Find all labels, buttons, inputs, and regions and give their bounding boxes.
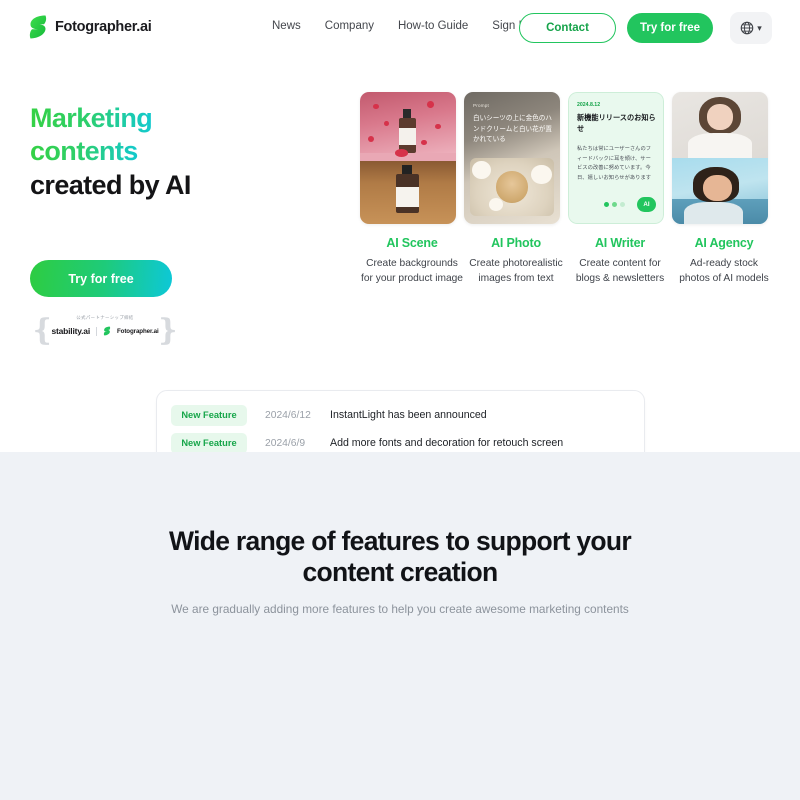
hero-heading-line1: Marketing: [30, 103, 153, 133]
hero-heading-line3: created by AI: [30, 169, 191, 200]
product-card-desc-line2: photos of AI models: [679, 272, 769, 284]
partnership-badge: ❴ ❴ 公式パートナーシップ締結 stability.ai Fotographe…: [30, 312, 180, 350]
product-card-thumbnail: 2024.8.12 新機能リリースのお知らせ 私たちは常にユーザーさんのフィード…: [568, 92, 664, 224]
partnership-caption: 公式パートナーシップ締結: [76, 315, 134, 320]
writer-progress-dots: [604, 202, 625, 207]
main-nav: News Company How-to Guide Sign In: [272, 20, 528, 32]
product-card-thumbnail: [360, 92, 456, 224]
nav-item-company[interactable]: Company: [325, 20, 374, 32]
product-card-desc-line2: images from text: [478, 272, 554, 284]
bottle-label: [395, 187, 419, 207]
features-heading: Wide range of features to support your c…: [0, 526, 800, 589]
features-section: Wide range of features to support your c…: [0, 452, 800, 800]
petal: [384, 121, 389, 127]
site-header: Fotographer.ai News Company How-to Guide…: [0, 0, 800, 56]
news-row[interactable]: New Feature 2024/6/12 InstantLight has b…: [157, 401, 644, 429]
product-card-title: AI Agency: [694, 236, 754, 250]
product-card-title: AI Scene: [386, 236, 438, 250]
prompt-label: Prompt: [473, 103, 490, 108]
product-card-desc-line1: Create backgrounds: [366, 258, 458, 269]
product-card-ai-agency[interactable]: AI Agency Ad-ready stock photos of AI mo…: [672, 92, 776, 287]
writer-ai-badge: AI: [637, 197, 656, 212]
petal: [434, 123, 441, 129]
product-card-desc-line2: for your product image: [361, 272, 463, 284]
hero-product-cards: AI Scene Create backgrounds for your pro…: [360, 92, 776, 287]
bolt-logo-icon: [29, 15, 47, 39]
partner-brand-fotographer: Fotographer.ai: [116, 327, 159, 335]
features-heading-line1: Wide range of features to support your: [169, 526, 632, 556]
bolt-logo-icon-small: [103, 326, 111, 336]
product-card-desc-line1: Create photorealistic: [469, 258, 563, 269]
product-card-desc-line1: Ad-ready stock: [690, 258, 758, 269]
product-card-title: AI Writer: [594, 236, 646, 250]
writer-note-heading: 新機能リリースのお知らせ: [577, 113, 656, 133]
features-heading-line2: content creation: [302, 557, 499, 588]
chevron-down-icon: ▾: [757, 22, 762, 33]
hero-heading-line2: contents: [30, 136, 138, 167]
product-card-thumbnail: [672, 92, 768, 224]
status-badge: New Feature: [171, 432, 247, 454]
product-card-desc-line1: Create content for: [579, 258, 661, 269]
bottle-label: [399, 127, 416, 145]
try-for-free-button-hero[interactable]: Try for free: [30, 260, 172, 297]
news-title[interactable]: InstantLight has been announced: [330, 409, 487, 421]
language-selector[interactable]: ▾: [730, 12, 772, 44]
portrait-body: [688, 132, 752, 158]
status-badge: New Feature: [171, 404, 247, 426]
partner-divider: [95, 326, 97, 336]
news-date: 2024/6/12: [265, 409, 311, 421]
features-subheading: We are gradually adding more features to…: [171, 602, 629, 616]
agency-portrait-female: [672, 92, 768, 158]
portrait-face: [706, 103, 734, 131]
hero-heading: Marketing contents created by AI: [30, 102, 191, 202]
partner-brand-stability: stability.ai: [51, 326, 90, 336]
partnership-brands: stability.ai Fotographer.ai: [44, 326, 166, 336]
product-card-desc-line2: blogs & newsletters: [575, 272, 665, 284]
product-card-thumbnail: Prompt 白いシーツの上に金色のハンドクリームと白い花が置かれている: [464, 92, 560, 224]
brand-name: Fotographer.ai: [55, 19, 152, 35]
landing-page: Fotographer.ai News Company How-to Guide…: [0, 0, 800, 800]
photo-cream-jar: [495, 171, 529, 203]
petal: [427, 101, 434, 108]
brand-logo[interactable]: Fotographer.ai: [28, 14, 152, 40]
petal: [394, 148, 408, 157]
nav-item-how-to-guide[interactable]: How-to Guide: [398, 20, 468, 32]
progress-dot: [612, 202, 617, 207]
contact-button[interactable]: Contact: [519, 13, 616, 43]
petal: [421, 139, 428, 145]
portrait-face: [702, 174, 732, 201]
photo-flower: [471, 160, 491, 180]
product-card-ai-photo[interactable]: Prompt 白いシーツの上に金色のハンドクリームと白い花が置かれている AI …: [464, 92, 568, 287]
writer-note-date: 2024.8.12: [577, 102, 601, 108]
photo-flower: [488, 197, 504, 211]
product-card-ai-scene[interactable]: AI Scene Create backgrounds for your pro…: [360, 92, 464, 287]
portrait-body: [683, 201, 744, 224]
news-title[interactable]: Add more fonts and decoration for retouc…: [330, 437, 563, 449]
hero-section: Marketing contents created by AI Try for…: [0, 56, 800, 468]
product-card-ai-writer[interactable]: 2024.8.12 新機能リリースのお知らせ 私たちは常にユーザーさんのフィード…: [568, 92, 672, 287]
scene-shelf: [360, 152, 456, 161]
try-for-free-button-header[interactable]: Try for free: [627, 13, 713, 43]
writer-note-body: 私たちは常にユーザーさんのフィードバックに耳を傾け、サービスの改善に努めています…: [577, 146, 652, 181]
agency-portrait-male: [672, 158, 768, 224]
nav-item-news[interactable]: News: [272, 20, 301, 32]
prompt-text: 白いシーツの上に金色のハンドクリームと白い花が置かれている: [473, 115, 552, 144]
progress-dot: [604, 202, 609, 207]
progress-dot: [620, 202, 625, 207]
news-date: 2024/6/9: [265, 437, 306, 449]
product-card-title: AI Photo: [491, 236, 541, 250]
globe-icon: [740, 21, 754, 35]
